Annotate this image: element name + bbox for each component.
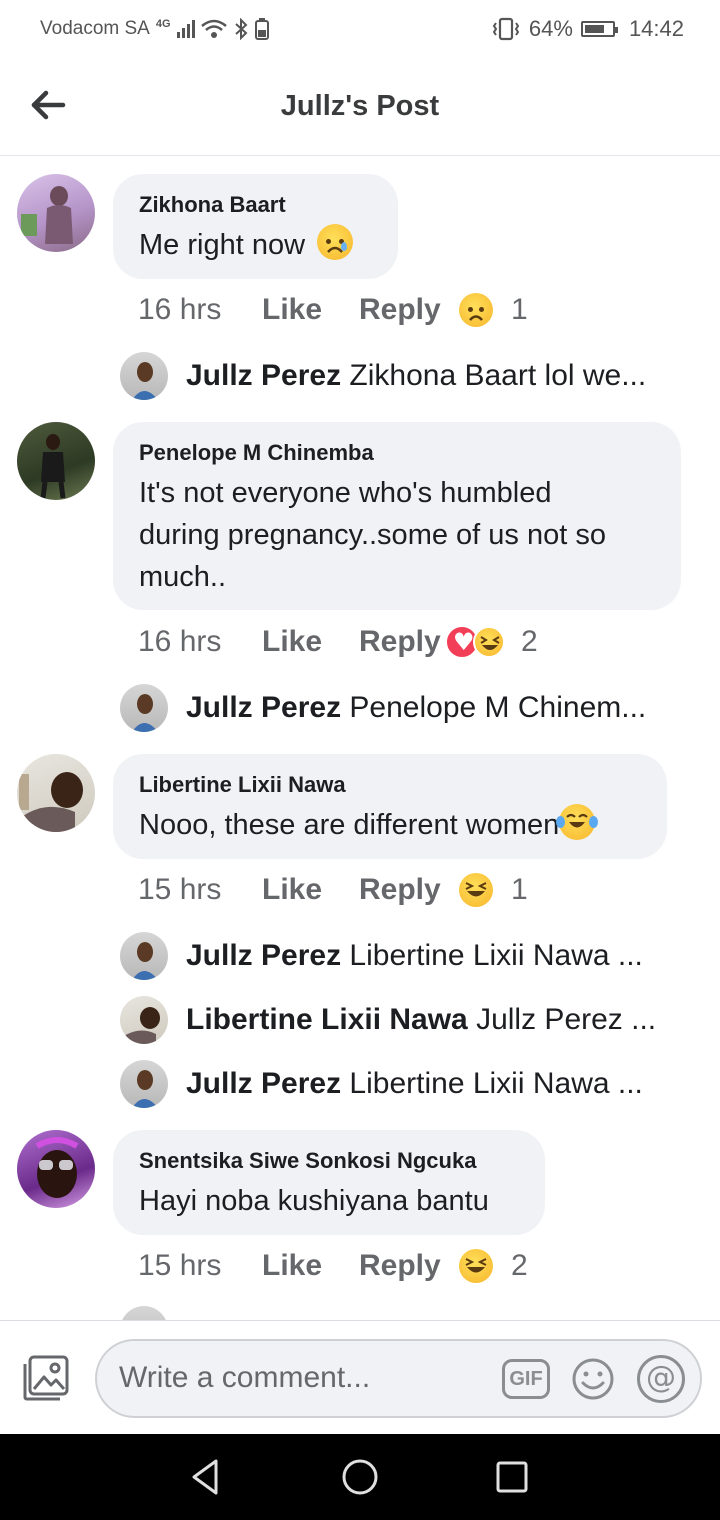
comment-bubble[interactable]: Snentsika Siwe Sonkosi Ngcuka Hayi noba …: [113, 1130, 545, 1235]
reply-author[interactable]: Jullz Perez: [186, 939, 341, 972]
reply-preview[interactable]: Jullz Perez Zikhona Baart lol we...: [120, 351, 680, 401]
haha-reaction-icon: [459, 1249, 493, 1283]
status-bar: Vodacom SA 4G 64% 14:42: [0, 0, 720, 62]
reply-text: Penelope M Chinem...: [349, 691, 647, 724]
comment-author[interactable]: Penelope M Chinemba: [139, 440, 655, 466]
home-nav-icon[interactable]: [339, 1456, 381, 1498]
reaction-count: 1: [511, 293, 528, 326]
reply-preview[interactable]: Libertine Lixii Nawa Jullz Perez ...: [120, 995, 680, 1045]
photo-icon[interactable]: [22, 1355, 70, 1401]
comment-actions: 16 hrs Like Reply 2: [138, 625, 538, 659]
comment-composer: Write a comment... GIF @: [0, 1320, 720, 1434]
like-button[interactable]: Like: [262, 1249, 359, 1283]
comment-text: Hayi noba kushiyana bantu: [139, 1185, 489, 1217]
reply-button[interactable]: Reply: [359, 293, 459, 327]
avatar[interactable]: [17, 422, 95, 500]
comment-author[interactable]: Snentsika Siwe Sonkosi Ngcuka: [139, 1148, 519, 1174]
avatar[interactable]: [17, 754, 95, 832]
status-left: Vodacom SA 4G: [40, 18, 269, 40]
comment-actions: 15 hrs Like Reply 2: [138, 1249, 528, 1283]
avatar: [120, 352, 168, 400]
post-header: Jullz's Post: [0, 62, 720, 156]
avatar: [120, 932, 168, 980]
reaction-summary[interactable]: 1: [459, 873, 528, 907]
comment-bubble[interactable]: Penelope M Chinemba It's not everyone wh…: [113, 422, 681, 610]
gif-button[interactable]: GIF: [502, 1359, 550, 1399]
comment-bubble[interactable]: Libertine Lixii Nawa Nooo, these are dif…: [113, 754, 667, 859]
reaction-count: 1: [511, 873, 528, 906]
avatar: [120, 1306, 168, 1320]
comment-author[interactable]: Libertine Lixii Nawa: [139, 772, 641, 798]
like-button[interactable]: Like: [262, 625, 359, 659]
avatar: [120, 996, 168, 1044]
carrier-label: Vodacom SA: [40, 18, 150, 39]
avatar[interactable]: [17, 1130, 95, 1208]
comment-input[interactable]: Write a comment... GIF @: [95, 1339, 702, 1418]
comment-text: It's not everyone who's humbled during p…: [139, 477, 606, 593]
reply-preview[interactable]: Jullz Perez Penelope M Chinem...: [120, 683, 680, 733]
like-button[interactable]: Like: [262, 293, 359, 327]
comment-bubble[interactable]: Zikhona Baart Me right now: [113, 174, 398, 279]
comment-time: 15 hrs: [138, 873, 222, 906]
reply-preview[interactable]: Jullz Perez Libertine Lixii Nawa ...: [120, 1059, 680, 1109]
wifi-icon: [200, 19, 227, 38]
comment-actions: 15 hrs Like Reply 1: [138, 873, 528, 907]
sim-battery-icon: [254, 18, 269, 40]
comment-author[interactable]: Zikhona Baart: [139, 192, 372, 218]
reply-text: Libertine Lixii Nawa ...: [349, 939, 643, 972]
back-nav-icon[interactable]: [186, 1456, 228, 1498]
comment-time: 16 hrs: [138, 625, 222, 658]
clock: 14:42: [628, 16, 684, 41]
comment-text: Me right now: [139, 224, 372, 266]
comment-time: 16 hrs: [138, 293, 222, 326]
reaction-summary[interactable]: 1: [459, 293, 528, 327]
avatar: [120, 1060, 168, 1108]
vibrate-icon: [492, 17, 520, 41]
status-right: 64% 14:42: [491, 16, 684, 42]
comment-time: 15 hrs: [138, 1249, 222, 1282]
haha-reaction-icon: [459, 873, 493, 907]
haha-reaction-icon: [473, 626, 505, 658]
sad-reaction-icon: [459, 293, 493, 327]
laughing-tears-icon: [556, 804, 599, 840]
reply-text: Jullz Perez ...: [476, 1003, 657, 1036]
recents-nav-icon[interactable]: [491, 1456, 533, 1498]
battery-percent: 64%: [528, 16, 573, 41]
like-button[interactable]: Like: [262, 873, 359, 907]
comments-feed[interactable]: Zikhona Baart Me right now 16 hrs Like R…: [0, 157, 720, 1320]
avatar: [120, 684, 168, 732]
battery-icon: [580, 21, 618, 37]
comment-actions: 16 hrs Like Reply 1: [138, 293, 528, 327]
comment-placeholder: Write a comment...: [119, 1361, 371, 1394]
reply-author[interactable]: Libertine Lixii Nawa: [186, 1003, 468, 1036]
reply-text: Libertine Lixii Nawa ...: [349, 1067, 643, 1100]
reaction-summary[interactable]: 2: [445, 625, 538, 659]
reply-preview[interactable]: Jullz Perez Libertine Lixii Nawa ...: [120, 931, 680, 981]
system-nav-bar: [0, 1434, 720, 1520]
reaction-summary[interactable]: 2: [459, 1249, 528, 1283]
reaction-count: 2: [511, 1249, 528, 1282]
page-title: Jullz's Post: [280, 90, 440, 122]
reply-preview-partial[interactable]: [120, 1305, 680, 1320]
reply-author[interactable]: Jullz Perez: [186, 359, 341, 392]
sad-face-icon: [317, 224, 354, 260]
reply-button[interactable]: Reply: [359, 625, 459, 659]
mention-button[interactable]: @: [637, 1355, 685, 1403]
emoji-icon[interactable]: [571, 1357, 615, 1401]
reaction-count: 2: [521, 625, 538, 658]
avatar[interactable]: [17, 174, 95, 252]
reply-author[interactable]: Jullz Perez: [186, 1067, 341, 1100]
signal-icon: [176, 20, 195, 38]
reply-button[interactable]: Reply: [359, 1249, 459, 1283]
reply-text: Zikhona Baart lol we...: [349, 359, 647, 392]
reply-button[interactable]: Reply: [359, 873, 459, 907]
reply-author[interactable]: Jullz Perez: [186, 691, 341, 724]
network-label: 4G: [155, 18, 171, 30]
comment-text: Nooo, these are different women: [139, 804, 641, 846]
bluetooth-icon: [234, 18, 247, 40]
